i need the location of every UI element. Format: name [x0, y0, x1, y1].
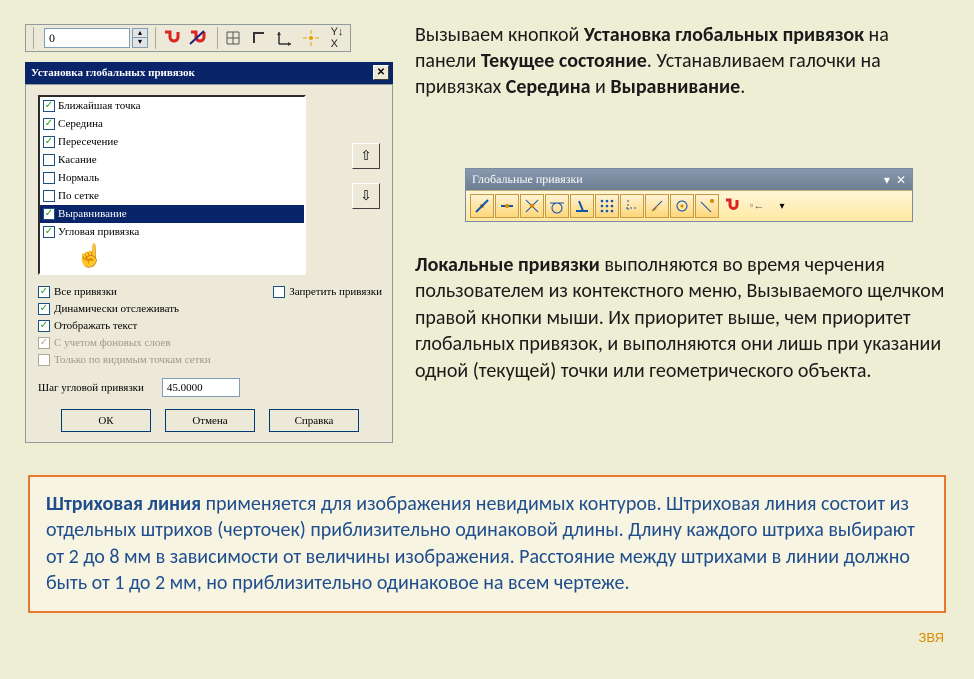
opt-text: Отображать текст	[54, 320, 137, 332]
checkbox-icon[interactable]	[43, 172, 55, 184]
list-item-label: Угловая привязка	[58, 226, 139, 238]
snap-point-icon[interactable]	[695, 194, 719, 218]
checkbox-icon[interactable]: ✓	[38, 320, 50, 332]
magnet-red-icon[interactable]	[159, 26, 183, 50]
ok-button[interactable]: ОК	[61, 409, 151, 432]
list-item-label: Выравнивание	[58, 208, 127, 220]
magnet-icon[interactable]	[720, 194, 744, 218]
opt-all-snaps: Все привязки	[54, 286, 117, 298]
checkbox-icon[interactable]: ✓	[43, 208, 55, 220]
list-item: ✓Пересечение	[40, 133, 304, 151]
help-button[interactable]: Справка	[269, 409, 359, 432]
step-value-input[interactable]: 0	[44, 28, 130, 48]
snap-angle-icon[interactable]	[645, 194, 669, 218]
checkbox-icon[interactable]	[43, 154, 55, 166]
list-item: Касание	[40, 151, 304, 169]
note-box: Штриховая линия применяется для изображе…	[28, 475, 946, 613]
cancel-button[interactable]: Отмена	[165, 409, 255, 432]
top-toolbar: 0 ▴▾ Y↓X	[25, 24, 351, 52]
move-up-button[interactable]: ⇧	[352, 143, 380, 169]
list-item-label: Середина	[58, 118, 103, 130]
checkbox-icon[interactable]	[43, 190, 55, 202]
global-snaps-floater: Глобальные привязки ▾ ✕ ◦← ▾	[465, 168, 913, 222]
dialog-title-bar[interactable]: Установка глобальных привязок ✕	[25, 62, 393, 84]
snap-intersect-icon[interactable]	[520, 194, 544, 218]
dropdown-icon[interactable]: ▾	[884, 173, 890, 187]
instruction-text-1: Вызываем кнопкой Установка глобальных пр…	[415, 22, 946, 100]
floater-header[interactable]: Глобальные привязки ▾ ✕	[466, 169, 912, 190]
checkbox-icon[interactable]: ✓	[38, 303, 50, 315]
snap-grid-icon[interactable]	[595, 194, 619, 218]
opt-bg-layers: С учетом фоновых слоев	[54, 337, 171, 349]
list-item: ✓Угловая привязка	[40, 223, 304, 241]
snap-nearest-icon[interactable]	[470, 194, 494, 218]
dialog-title: Установка глобальных привязок	[31, 67, 195, 79]
snap-star-icon[interactable]	[299, 26, 323, 50]
snap-tangent-icon[interactable]	[545, 194, 569, 218]
checkbox-icon[interactable]	[273, 286, 285, 298]
spinner[interactable]: ▴▾	[132, 28, 148, 48]
list-item: Нормаль	[40, 169, 304, 187]
snap-center-icon[interactable]	[670, 194, 694, 218]
move-down-button[interactable]: ⇩	[352, 183, 380, 209]
opt-forbid: Запретить привязки	[289, 286, 382, 298]
list-item: По сетке	[40, 187, 304, 205]
list-item-label: Нормаль	[58, 172, 99, 184]
list-item-label: Касание	[58, 154, 97, 166]
snap-align-icon[interactable]	[620, 194, 644, 218]
global-snaps-dialog: Установка глобальных привязок ✕ ✓Ближайш…	[25, 62, 393, 443]
snap-prev-icon[interactable]: ◦←	[745, 194, 769, 218]
snap-mid-icon[interactable]	[495, 194, 519, 218]
footer-mark: ЗВЯ	[919, 630, 944, 645]
list-item-label: Пересечение	[58, 136, 118, 148]
axis-flip-icon[interactable]: Y↓X	[325, 26, 349, 50]
list-item-label: Ближайшая точка	[58, 100, 141, 112]
coord-icon[interactable]	[273, 26, 297, 50]
close-icon[interactable]: ✕	[896, 173, 906, 187]
checkbox-icon: ✓	[38, 337, 50, 349]
ortho-icon[interactable]	[247, 26, 271, 50]
magnet-toggle-icon[interactable]	[185, 26, 209, 50]
checkbox-icon[interactable]: ✓	[43, 118, 55, 130]
list-item-label: По сетке	[58, 190, 99, 202]
instruction-text-2: Локальные привязки выполняются во время …	[415, 252, 954, 384]
checkbox-icon[interactable]: ✓	[38, 286, 50, 298]
snap-normal-icon[interactable]	[570, 194, 594, 218]
opt-dynamic: Динамически отслеживать	[54, 303, 179, 315]
checkbox-icon	[38, 354, 50, 366]
cursor-hand-icon: ☝️	[76, 243, 103, 269]
list-item: ✓Середина	[40, 115, 304, 133]
angle-step-input[interactable]	[162, 378, 240, 397]
checkbox-icon[interactable]: ✓	[43, 136, 55, 148]
checkbox-icon[interactable]: ✓	[43, 226, 55, 238]
close-icon[interactable]: ✕	[373, 65, 389, 80]
snaps-listbox[interactable]: ✓Ближайшая точка ✓Середина ✓Пересечение …	[38, 95, 306, 275]
list-item: ✓Выравнивание	[40, 205, 304, 223]
dropdown-icon[interactable]: ▾	[770, 194, 794, 218]
grid-icon[interactable]	[221, 26, 245, 50]
floater-title: Глобальные привязки	[472, 172, 583, 187]
checkbox-icon[interactable]: ✓	[43, 100, 55, 112]
opt-visible-grid: Только по видимым точкам сетки	[54, 354, 211, 366]
list-item: ✓Ближайшая точка	[40, 97, 304, 115]
step-label: Шаг угловой привязки	[38, 382, 144, 394]
